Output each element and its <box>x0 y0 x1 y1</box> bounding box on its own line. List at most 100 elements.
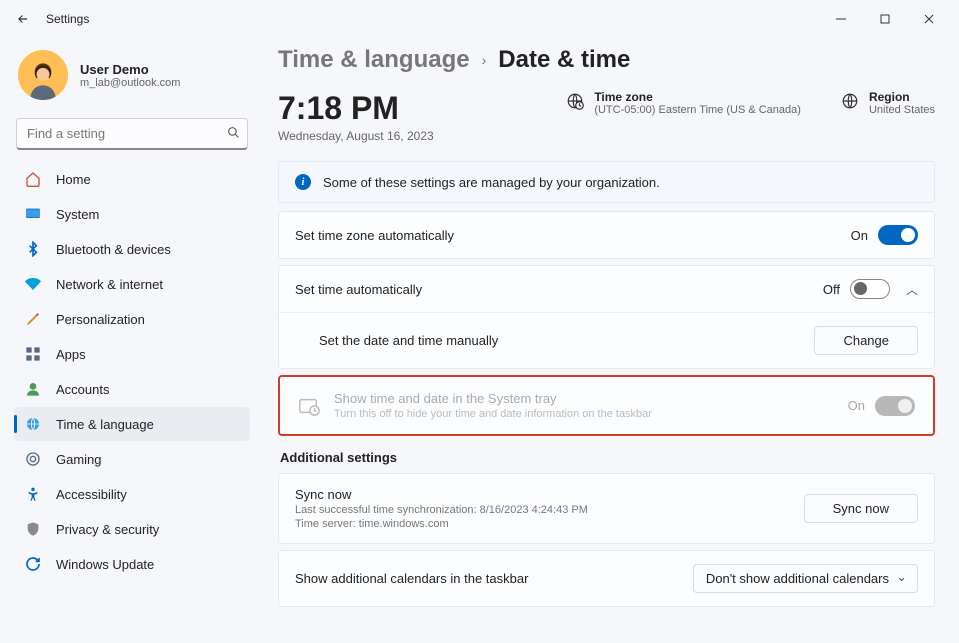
breadcrumb-parent[interactable]: Time & language <box>278 46 470 74</box>
row-label: Set time zone automatically <box>295 228 454 243</box>
globe-clock-icon <box>24 415 42 433</box>
sidebar-item-label: Personalization <box>56 312 145 327</box>
additional-calendars-select[interactable]: Don't show additional calendars <box>693 564 918 593</box>
apps-icon <box>24 345 42 363</box>
org-managed-banner: i Some of these settings are managed by … <box>278 161 935 203</box>
back-button[interactable] <box>8 4 38 34</box>
sidebar-item-personalization[interactable]: Personalization <box>14 302 250 336</box>
region-block[interactable]: Region United States <box>841 90 935 116</box>
region-label: Region <box>869 90 935 104</box>
titlebar: Settings <box>0 0 959 38</box>
sync-card: Sync now Last successful time synchroniz… <box>278 473 935 544</box>
clock-info-row: 7:18 PM Wednesday, August 16, 2023 Time … <box>278 90 935 143</box>
timezone-block[interactable]: Time zone (UTC-05:00) Eastern Time (US &… <box>566 90 801 116</box>
row-label: Set time automatically <box>295 282 422 297</box>
sidebar-item-accounts[interactable]: Accounts <box>14 372 250 406</box>
region-value: United States <box>869 104 935 116</box>
search-icon <box>227 126 240 142</box>
current-date: Wednesday, August 16, 2023 <box>278 129 434 143</box>
chevron-right-icon: › <box>482 52 487 68</box>
search-input[interactable] <box>16 118 248 150</box>
systray-row: Show time and date in the System tray Tu… <box>280 377 933 434</box>
sidebar-item-time-language[interactable]: Time & language <box>14 407 250 441</box>
accessibility-icon <box>24 485 42 503</box>
taskbar-clock-icon <box>298 395 320 417</box>
set-timezone-auto-row[interactable]: Set time zone automatically On <box>279 212 934 258</box>
toggle-state-label: On <box>851 228 868 243</box>
sync-server: Time server: time.windows.com <box>295 518 588 530</box>
chevron-up-icon[interactable]: ︿ <box>906 281 918 298</box>
bluetooth-icon <box>24 240 42 258</box>
sync-last: Last successful time synchronization: 8/… <box>295 504 588 516</box>
profile-name: User Demo <box>80 62 180 77</box>
timezone-auto-toggle[interactable] <box>878 225 918 245</box>
systray-card-highlighted: Show time and date in the System tray Tu… <box>278 375 935 436</box>
update-icon <box>24 555 42 573</box>
sidebar-item-network[interactable]: Network & internet <box>14 267 250 301</box>
maximize-button[interactable] <box>863 4 907 34</box>
sidebar-item-privacy[interactable]: Privacy & security <box>14 512 250 546</box>
row-label: Set the date and time manually <box>319 333 498 348</box>
person-icon <box>24 380 42 398</box>
sync-now-button[interactable]: Sync now <box>804 494 918 523</box>
sidebar-item-windows-update[interactable]: Windows Update <box>14 547 250 581</box>
main-content: Time & language › Date & time 7:18 PM We… <box>260 38 959 643</box>
clock-block: 7:18 PM Wednesday, August 16, 2023 <box>278 90 434 143</box>
avatar <box>18 50 68 100</box>
minimize-button[interactable] <box>819 4 863 34</box>
timezone-auto-card: Set time zone automatically On <box>278 211 935 259</box>
sidebar-item-label: Network & internet <box>56 277 163 292</box>
row-sublabel: Turn this off to hide your time and date… <box>334 408 652 420</box>
close-button[interactable] <box>907 4 951 34</box>
window-title: Settings <box>46 12 89 26</box>
timezone-label: Time zone <box>594 90 801 104</box>
sidebar-item-label: Accessibility <box>56 487 127 502</box>
sidebar-item-label: Privacy & security <box>56 522 159 537</box>
sidebar-item-label: Bluetooth & devices <box>56 242 171 257</box>
toggle-state-label: On <box>848 398 865 413</box>
home-icon <box>24 170 42 188</box>
toggle-state-label: Off <box>823 282 840 297</box>
additional-calendars-row: Show additional calendars in the taskbar… <box>279 551 934 606</box>
sidebar-item-label: Gaming <box>56 452 102 467</box>
sidebar-item-gaming[interactable]: Gaming <box>14 442 250 476</box>
change-button[interactable]: Change <box>814 326 918 355</box>
banner-text: Some of these settings are managed by yo… <box>323 175 660 190</box>
breadcrumb: Time & language › Date & time <box>278 46 935 74</box>
sidebar-item-apps[interactable]: Apps <box>14 337 250 371</box>
profile-block[interactable]: User Demo m_lab@outlook.com <box>14 44 250 114</box>
set-time-auto-row[interactable]: Set time automatically Off ︿ <box>279 266 934 312</box>
calendars-card: Show additional calendars in the taskbar… <box>278 550 935 607</box>
sidebar-item-label: Accounts <box>56 382 109 397</box>
sidebar-item-label: Home <box>56 172 91 187</box>
sidebar-item-label: Windows Update <box>56 557 154 572</box>
window-controls <box>819 4 951 34</box>
breadcrumb-current: Date & time <box>498 46 630 74</box>
info-icon: i <box>295 174 311 190</box>
additional-settings-heading: Additional settings <box>280 450 935 465</box>
profile-email: m_lab@outlook.com <box>80 77 180 89</box>
sidebar-item-label: Time & language <box>56 417 154 432</box>
row-label: Show additional calendars in the taskbar <box>295 571 528 586</box>
wifi-icon <box>24 275 42 293</box>
system-icon <box>24 205 42 223</box>
gaming-icon <box>24 450 42 468</box>
time-auto-card: Set time automatically Off ︿ Set the dat… <box>278 265 935 369</box>
region-globe-icon <box>841 92 859 110</box>
nav: Home System Bluetooth & devices Network … <box>14 162 250 581</box>
sync-now-row: Sync now Last successful time synchroniz… <box>279 474 934 543</box>
search-wrap <box>16 118 248 150</box>
timezone-globe-icon <box>566 92 584 110</box>
sidebar-item-system[interactable]: System <box>14 197 250 231</box>
sidebar-item-accessibility[interactable]: Accessibility <box>14 477 250 511</box>
row-label: Show time and date in the System tray <box>334 391 652 406</box>
sidebar-item-home[interactable]: Home <box>14 162 250 196</box>
shield-icon <box>24 520 42 538</box>
time-auto-toggle[interactable] <box>850 279 890 299</box>
paint-icon <box>24 310 42 328</box>
select-value: Don't show additional calendars <box>706 571 889 586</box>
sidebar-item-label: Apps <box>56 347 86 362</box>
sidebar-item-bluetooth[interactable]: Bluetooth & devices <box>14 232 250 266</box>
sidebar: User Demo m_lab@outlook.com Home System … <box>0 38 260 643</box>
sync-title: Sync now <box>295 487 588 502</box>
